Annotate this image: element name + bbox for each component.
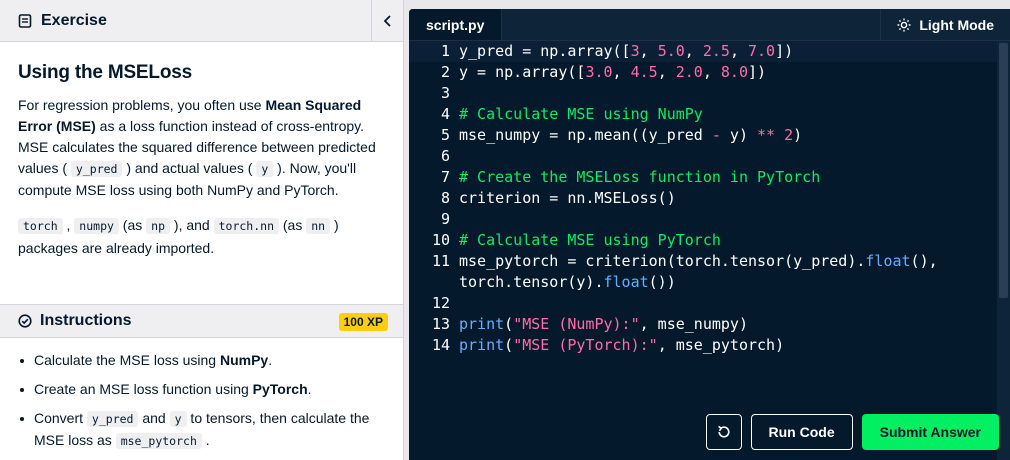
exercise-title: Using the MSELoss [18, 62, 192, 83]
line-number: 10 [431, 231, 450, 249]
text-span: (as [118, 217, 147, 233]
line-number: 1 [440, 42, 450, 60]
code-text: criterion = nn.MSELoss() [459, 189, 676, 207]
code-line: 4 # Calculate MSE using NumPy [409, 104, 997, 125]
instruction-item: Convert y_pred and y to tensors, then ca… [18, 408, 386, 452]
code-text: print("MSE (PyTorch):", mse_pytorch) [459, 336, 785, 354]
line-number: 13 [431, 315, 450, 333]
text-span: Convert [34, 410, 87, 426]
text-span: . [201, 432, 210, 448]
exercise-description: For regression problems, you often use M… [18, 95, 385, 201]
bold-text: NumPy [219, 352, 269, 368]
instruction-item: Calculate the MSE loss using NumPy. [18, 350, 386, 371]
code-text: torch.tensor(y).float()) [459, 273, 676, 291]
run-code-button[interactable]: Run Code [750, 414, 853, 450]
line-number: 3 [440, 84, 450, 102]
code-line: 1 y_pred = np.array([3, 5.0, 2.5, 7.0]) [409, 41, 997, 62]
instructions-list: Calculate the MSE loss using NumPy. Crea… [0, 350, 403, 460]
exercise-panel: Exercise Using the MSELoss For regressio… [0, 0, 404, 460]
light-mode-label: Light Mode [919, 17, 994, 33]
inline-code: np [146, 218, 171, 234]
code-line: 14 print("MSE (PyTorch):", mse_pytorch) [409, 335, 997, 356]
editor-tabbar: script.py Light Mode [409, 9, 1010, 41]
instructions-header: Instructions 100 XP [0, 304, 403, 338]
reset-icon [716, 424, 732, 440]
instructions-header-label: Instructions [40, 312, 132, 329]
line-number [409, 272, 459, 293]
line-number: 4 [440, 105, 450, 123]
inline-code: numpy [74, 218, 119, 234]
chevron-left-icon [383, 14, 393, 28]
code-editor: script.py Light Mode 1 y_pred = np.array(… [409, 9, 1010, 460]
code-line: 7 # Create the MSELoss function in PyTorc… [409, 167, 997, 188]
text-span: For regression problems, you often use [18, 97, 266, 113]
light-mode-button[interactable]: Light Mode [880, 9, 1010, 41]
line-number: 11 [431, 252, 450, 270]
inline-code: mse_pytorch [115, 433, 202, 449]
code-line: 5 mse_numpy = np.mean((y_pred - y) ** 2) [409, 125, 997, 146]
code-line-wrapped: torch.tensor(y).float()) [409, 272, 997, 293]
text-span: , [62, 217, 75, 233]
code-text: print("MSE (NumPy):", mse_numpy) [459, 315, 748, 333]
xp-badge: 100 XP [338, 313, 388, 331]
code-text: mse_numpy = np.mean((y_pred - y) ** 2) [459, 126, 803, 144]
text-span: Create an MSE loss function using [34, 381, 253, 397]
document-icon [18, 13, 32, 28]
code-text: y = np.array([3.0, 4.5, 2.0, 8.0]) [459, 63, 767, 81]
exercise-header: Exercise [0, 0, 403, 42]
code-line: 8 criterion = nn.MSELoss() [409, 188, 997, 209]
code-line: 13 print("MSE (NumPy):", mse_numpy) [409, 314, 997, 335]
code-line: 9 [409, 209, 997, 230]
code-line: 3 [409, 83, 997, 104]
code-line: 6 [409, 146, 997, 167]
inline-code: y_pred [86, 411, 139, 427]
collapse-panel-button[interactable] [371, 0, 403, 42]
code-comment: # Calculate MSE using PyTorch [459, 231, 721, 249]
submit-answer-button[interactable]: Submit Answer [861, 414, 999, 450]
exercise-imports-note: torch , numpy (as np ), and torch.nn (as… [18, 214, 385, 259]
code-line: 10 # Calculate MSE using PyTorch [409, 230, 997, 251]
inline-code: torch [18, 218, 63, 234]
line-number: 5 [440, 126, 450, 144]
text-span: and [138, 410, 170, 426]
bold-text: PyTorch [252, 381, 308, 397]
tab-script-py[interactable]: script.py [409, 9, 503, 40]
line-number: 7 [440, 168, 450, 186]
inline-code: torch.nn [213, 218, 279, 234]
text-span: ) and actual values ( [122, 160, 257, 176]
inline-code: y_pred [70, 161, 123, 177]
code-comment: # Create the MSELoss function in PyTorch [459, 168, 821, 186]
line-number: 14 [431, 336, 450, 354]
code-text: y_pred = np.array([3, 5.0, 2.5, 7.0]) [459, 42, 794, 60]
code-line: 12 [409, 293, 997, 314]
line-number: 8 [440, 189, 450, 207]
code-comment: # Calculate MSE using NumPy [459, 105, 703, 123]
text-span: . [268, 352, 273, 368]
text-span: . [307, 381, 312, 397]
code-area[interactable]: 1 y_pred = np.array([3, 5.0, 2.5, 7.0]) 2… [409, 41, 997, 460]
line-number: 9 [440, 210, 450, 228]
scrollbar-thumb[interactable] [999, 43, 1008, 298]
inline-code: y [169, 411, 187, 427]
instruction-item: Create an MSE loss function using PyTorc… [18, 379, 386, 400]
code-line: 11 mse_pytorch = criterion(torch.tensor(y… [409, 251, 997, 272]
code-text: mse_pytorch = criterion(torch.tensor(y_p… [459, 252, 938, 270]
exercise-header-label: Exercise [41, 11, 107, 29]
text-span: (as [279, 217, 307, 233]
text-span: Calculate the MSE loss using [34, 352, 220, 368]
line-number: 12 [431, 294, 450, 312]
line-number: 6 [440, 147, 450, 165]
editor-actions: Run Code Submit Answer [705, 414, 999, 450]
code-line: 2 y = np.array([3.0, 4.5, 2.0, 8.0]) [409, 62, 997, 83]
sun-icon [897, 18, 911, 32]
line-number: 2 [440, 63, 450, 81]
text-span: ), and [170, 217, 214, 233]
inline-code: y [256, 161, 274, 177]
check-circle-icon [18, 314, 32, 328]
reset-code-button[interactable] [705, 414, 742, 450]
inline-code: nn [306, 218, 331, 234]
exercise-content: Using the MSELoss For regression problem… [0, 42, 403, 259]
editor-scrollbar[interactable] [997, 41, 1010, 460]
